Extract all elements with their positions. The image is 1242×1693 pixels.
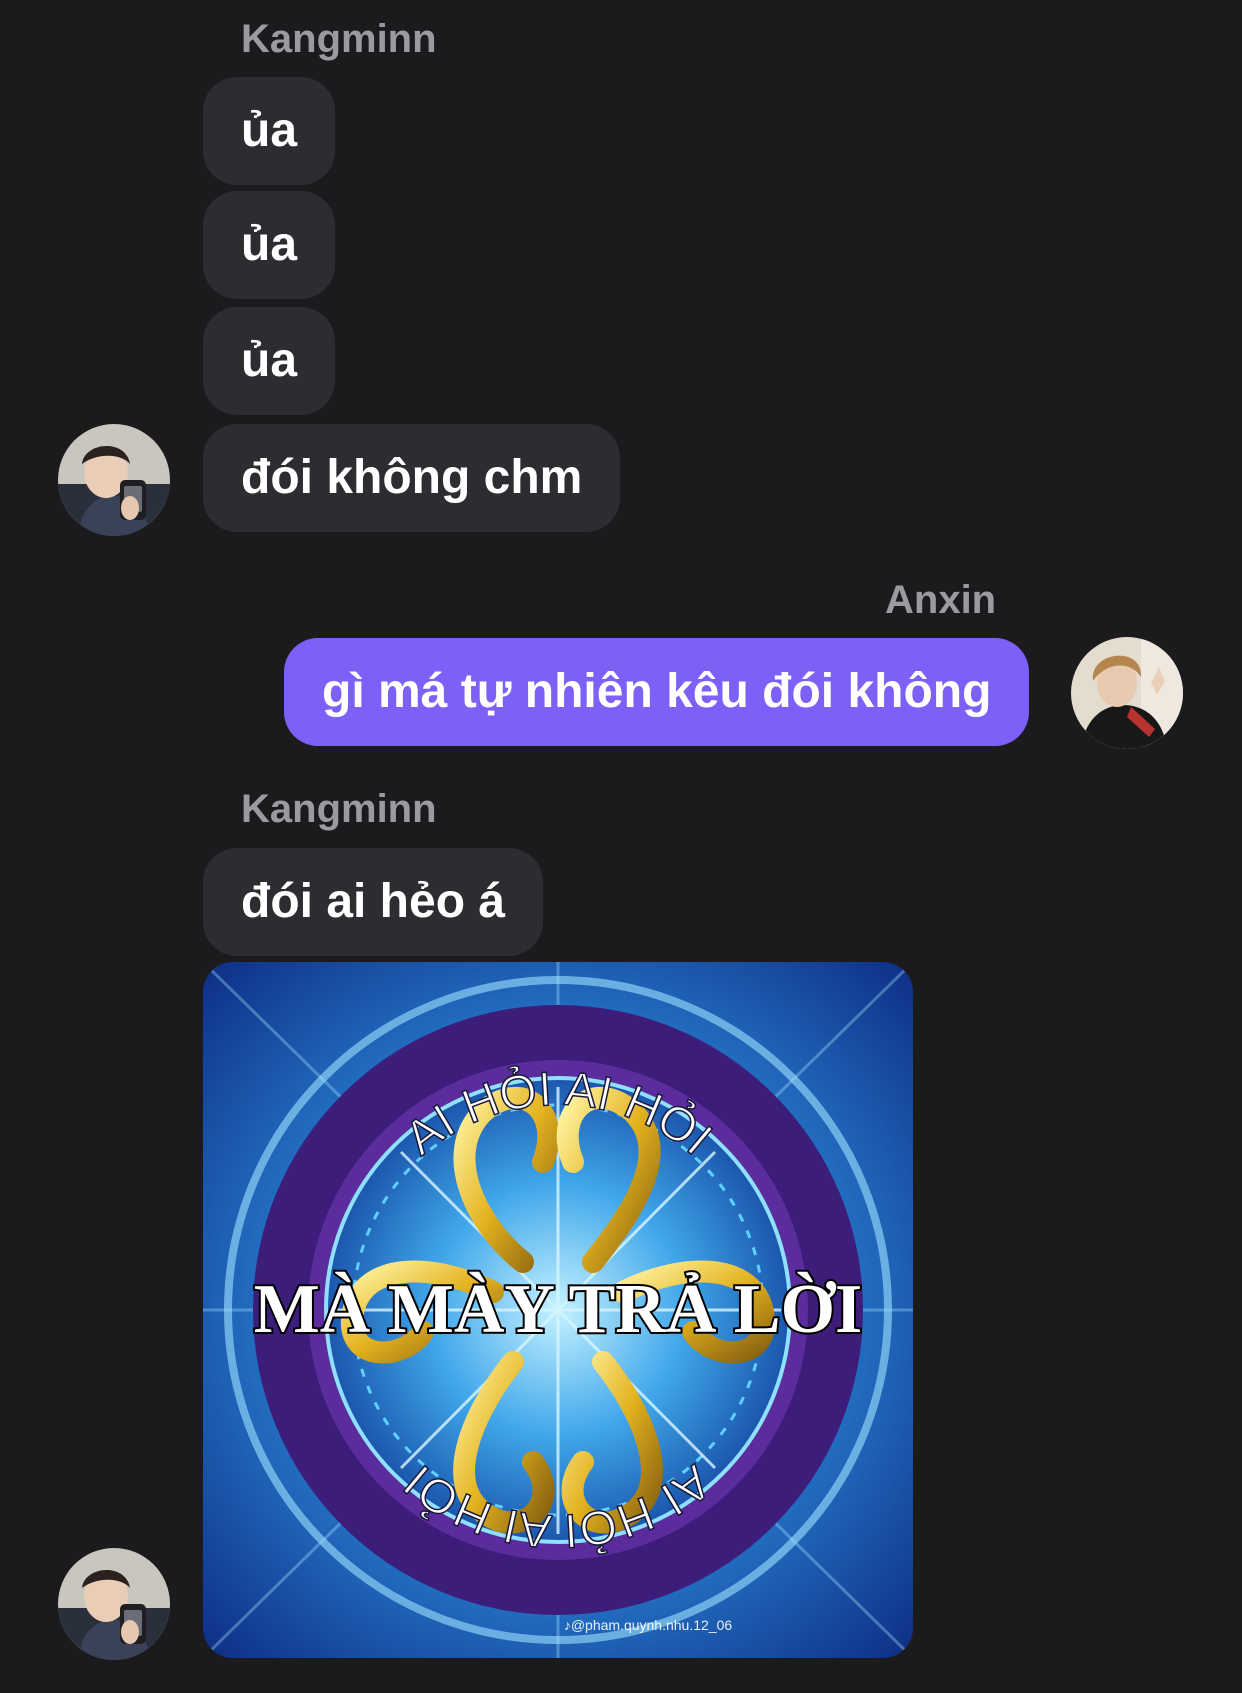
- message-bubble-outgoing[interactable]: gì má tự nhiên kêu đói không: [284, 638, 1030, 746]
- message-text: ủa: [241, 334, 298, 387]
- message-bubble-incoming[interactable]: đói ai hẻo á: [203, 848, 544, 956]
- sender-name-kangminn: Kangminn: [241, 17, 437, 61]
- message-text: đói không chm: [241, 451, 583, 504]
- message-text: ủa: [241, 218, 298, 271]
- message-text: đói ai hẻo á: [241, 875, 506, 928]
- sender-name-anxin: Anxin: [885, 578, 997, 622]
- avatar-kangminn[interactable]: [58, 1548, 170, 1660]
- avatar-kangminn[interactable]: [58, 424, 170, 536]
- message-bubble-incoming[interactable]: ủa: [203, 191, 336, 299]
- message-text: gì má tự nhiên kêu đói không: [322, 665, 992, 718]
- message-bubble-incoming[interactable]: ủa: [203, 307, 336, 415]
- meme-watermark: ♪@pham.quynh.nhu.12_06: [564, 1617, 733, 1633]
- message-bubble-incoming[interactable]: ủa: [203, 77, 336, 185]
- sender-name-kangminn: Kangminn: [241, 787, 437, 831]
- avatar-anxin[interactable]: [1071, 637, 1183, 749]
- message-bubble-incoming[interactable]: đói không chm: [203, 424, 621, 532]
- meme-image[interactable]: AI HỎI AI HỎI MÀ MÀY TRẢ LỜI AI HỎI AI H…: [203, 962, 913, 1658]
- message-text: ủa: [241, 104, 298, 157]
- meme-center-text: MÀ MÀY TRẢ LỜI: [254, 1271, 863, 1348]
